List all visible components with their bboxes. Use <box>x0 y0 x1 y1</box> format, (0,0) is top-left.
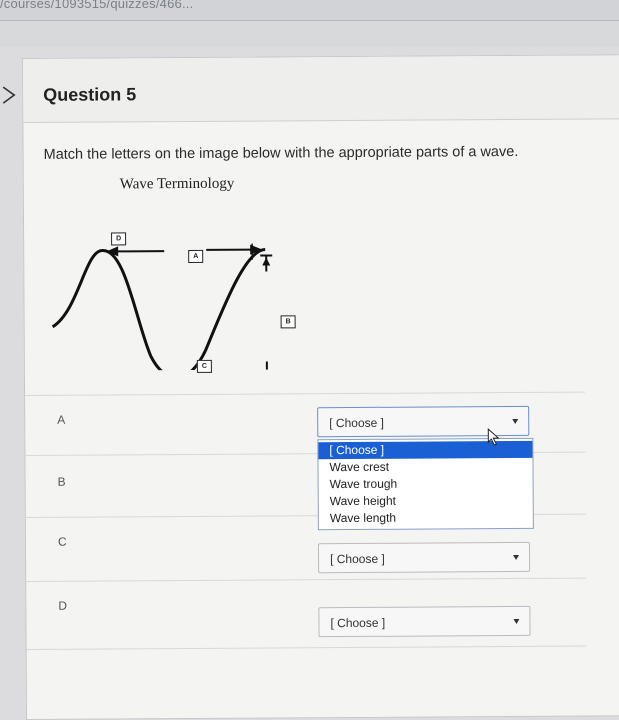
answer-label-a: A <box>57 413 65 427</box>
figure-label-c: C <box>197 360 212 373</box>
mouse-pointer-icon <box>487 428 501 446</box>
figure-label-a: A <box>188 250 203 263</box>
option-wave-length[interactable]: Wave length <box>319 509 533 527</box>
browser-address-bar: /courses/1093515/quizzes/466... <box>0 0 619 21</box>
header-band <box>0 21 619 47</box>
option-wave-crest[interactable]: Wave crest <box>318 458 532 476</box>
question-title: Question 5 <box>43 84 136 106</box>
answer-a-options-list[interactable]: [ Choose ] Wave crest Wave trough Wave h… <box>317 438 534 530</box>
select-value: [ Choose ] <box>330 616 385 630</box>
select-value: [ Choose ] <box>329 416 384 430</box>
select-value: [ Choose ] <box>330 552 385 566</box>
figure-label-b: B <box>281 315 296 328</box>
answer-select-c[interactable]: [ Choose ] <box>318 542 530 573</box>
question-card: Question 5 Match the letters on the imag… <box>22 54 619 720</box>
wave-diagram <box>44 169 315 371</box>
option-wave-height[interactable]: Wave height <box>319 492 533 510</box>
answer-select-d[interactable]: [ Choose ] <box>318 606 530 637</box>
answer-label-b: B <box>58 475 66 489</box>
dropdown-arrow-icon <box>512 419 518 424</box>
answer-label-c: C <box>58 535 67 549</box>
divider <box>26 578 586 582</box>
divider <box>25 392 585 396</box>
question-prompt: Match the letters on the image below wit… <box>44 144 519 163</box>
dropdown-arrow-icon <box>513 619 519 624</box>
wave-figure: Wave Terminology D A B C <box>44 169 315 371</box>
dropdown-arrow-icon <box>513 555 519 560</box>
url-fragment: /courses/1093515/quizzes/466... <box>0 0 193 11</box>
option-wave-trough[interactable]: Wave trough <box>319 475 533 493</box>
divider <box>27 646 587 650</box>
question-header: Question 5 <box>23 55 619 123</box>
collapse-chevron-icon[interactable] <box>1 86 17 104</box>
answer-label-d: D <box>58 599 67 613</box>
figure-label-d: D <box>111 232 126 245</box>
